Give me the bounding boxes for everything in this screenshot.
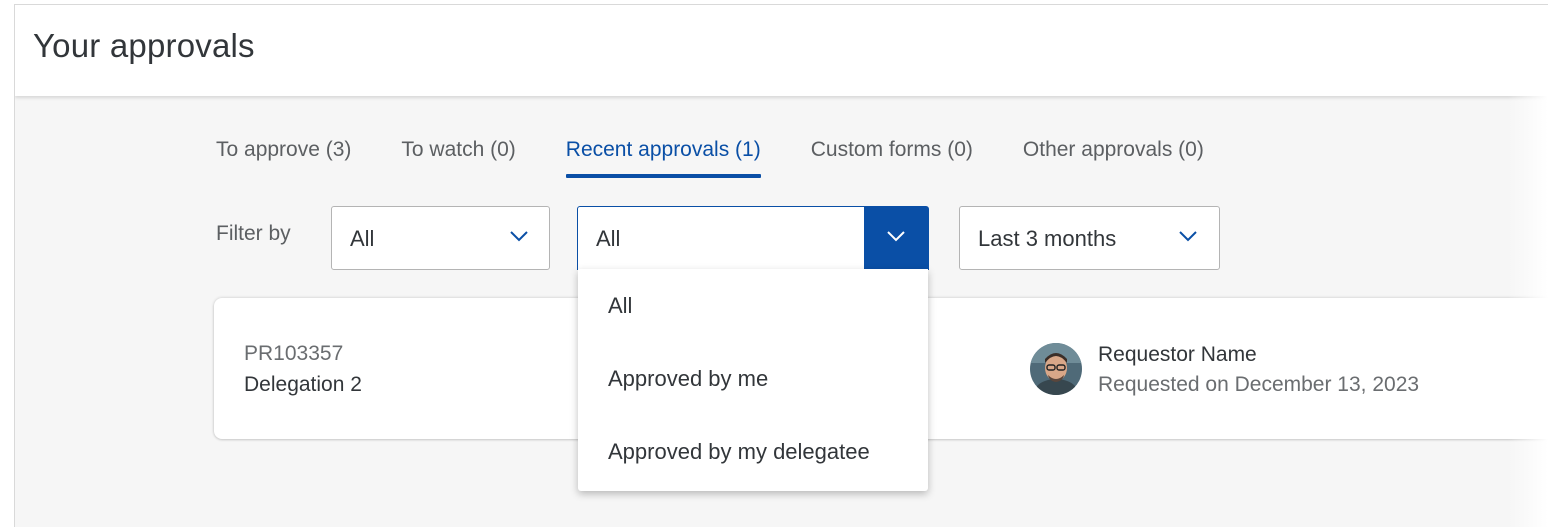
approver-filter-toggle[interactable] bbox=[864, 207, 928, 269]
tab-recent-approvals[interactable]: Recent approvals (1) bbox=[565, 138, 761, 178]
tab-to-approve[interactable]: To approve (3) bbox=[216, 138, 351, 178]
dropdown-option-approved-by-delegatee[interactable]: Approved by my delegatee bbox=[608, 439, 870, 465]
chevron-down-icon bbox=[510, 231, 528, 242]
tab-custom-forms[interactable]: Custom forms (0) bbox=[811, 138, 973, 178]
requestor-name: Requestor Name bbox=[1098, 343, 1257, 366]
page-header: Your approvals bbox=[15, 5, 1548, 96]
approvals-content: To approve (3) To watch (0) Recent appro… bbox=[15, 96, 1548, 527]
page-title: Your approvals bbox=[33, 27, 255, 64]
period-filter-value: Last 3 months bbox=[978, 226, 1117, 251]
user-avatar-icon bbox=[1030, 343, 1082, 395]
type-filter-select[interactable]: All bbox=[331, 206, 550, 270]
approver-filter-value: All bbox=[596, 226, 621, 251]
avatar bbox=[1030, 343, 1082, 395]
approval-tabs: To approve (3) To watch (0) Recent appro… bbox=[216, 138, 1254, 178]
tab-to-watch[interactable]: To watch (0) bbox=[401, 138, 515, 178]
approver-filter-select[interactable]: All bbox=[577, 206, 929, 270]
type-filter-value: All bbox=[350, 226, 375, 251]
request-date: Requested on December 13, 2023 bbox=[1098, 373, 1420, 396]
filter-by-label: Filter by bbox=[216, 222, 291, 245]
period-filter-select[interactable]: Last 3 months bbox=[959, 206, 1220, 270]
chevron-down-icon bbox=[1179, 231, 1197, 242]
request-id: PR103357 bbox=[244, 342, 344, 365]
approvals-page: Your approvals To approve (3) To watch (… bbox=[14, 4, 1548, 527]
request-title: Delegation 2 bbox=[244, 373, 362, 396]
approver-filter-dropdown: All Approved by me Approved by my delega… bbox=[578, 269, 928, 491]
dropdown-option-all[interactable]: All bbox=[608, 293, 632, 319]
chevron-down-icon bbox=[887, 231, 905, 242]
tab-other-approvals[interactable]: Other approvals (0) bbox=[1023, 138, 1204, 178]
dropdown-option-approved-by-me[interactable]: Approved by me bbox=[608, 366, 768, 392]
